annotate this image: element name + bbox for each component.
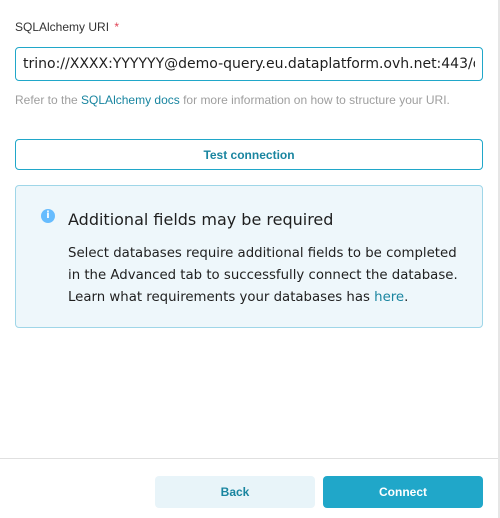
- alert-line-2: in the Advanced tab to successfully conn…: [68, 268, 458, 283]
- info-icon: i: [41, 209, 55, 223]
- alert-title: Additional fields may be required: [68, 210, 334, 229]
- requirements-here-link[interactable]: here: [374, 290, 404, 305]
- uri-help-text: Refer to the SQLAlchemy docs for more in…: [15, 93, 450, 107]
- test-connection-button[interactable]: Test connection: [15, 139, 483, 170]
- alert-line-3: Learn what requirements your databases h…: [68, 287, 474, 309]
- sqlalchemy-uri-input[interactable]: [15, 47, 483, 81]
- back-button[interactable]: Back: [155, 476, 315, 508]
- required-marker: *: [114, 20, 120, 34]
- uri-field-label: SQLAlchemy URI *: [15, 20, 119, 34]
- help-suffix: for more information on how to structure…: [179, 93, 450, 107]
- help-prefix: Refer to the: [15, 93, 82, 107]
- footer-divider: [0, 458, 498, 459]
- alert-line-3-prefix: Learn what requirements your databases h…: [68, 290, 375, 305]
- uri-label-text: SQLAlchemy URI: [15, 20, 110, 34]
- info-alert: i Additional fields may be required Sele…: [15, 185, 483, 328]
- sqlalchemy-docs-link[interactable]: SQLAlchemy docs: [81, 93, 180, 107]
- alert-line-3-suffix: .: [404, 290, 409, 305]
- alert-line-1: Select databases require additional fiel…: [68, 246, 457, 261]
- connect-button[interactable]: Connect: [323, 476, 483, 508]
- alert-body: Select databases require additional fiel…: [68, 243, 474, 309]
